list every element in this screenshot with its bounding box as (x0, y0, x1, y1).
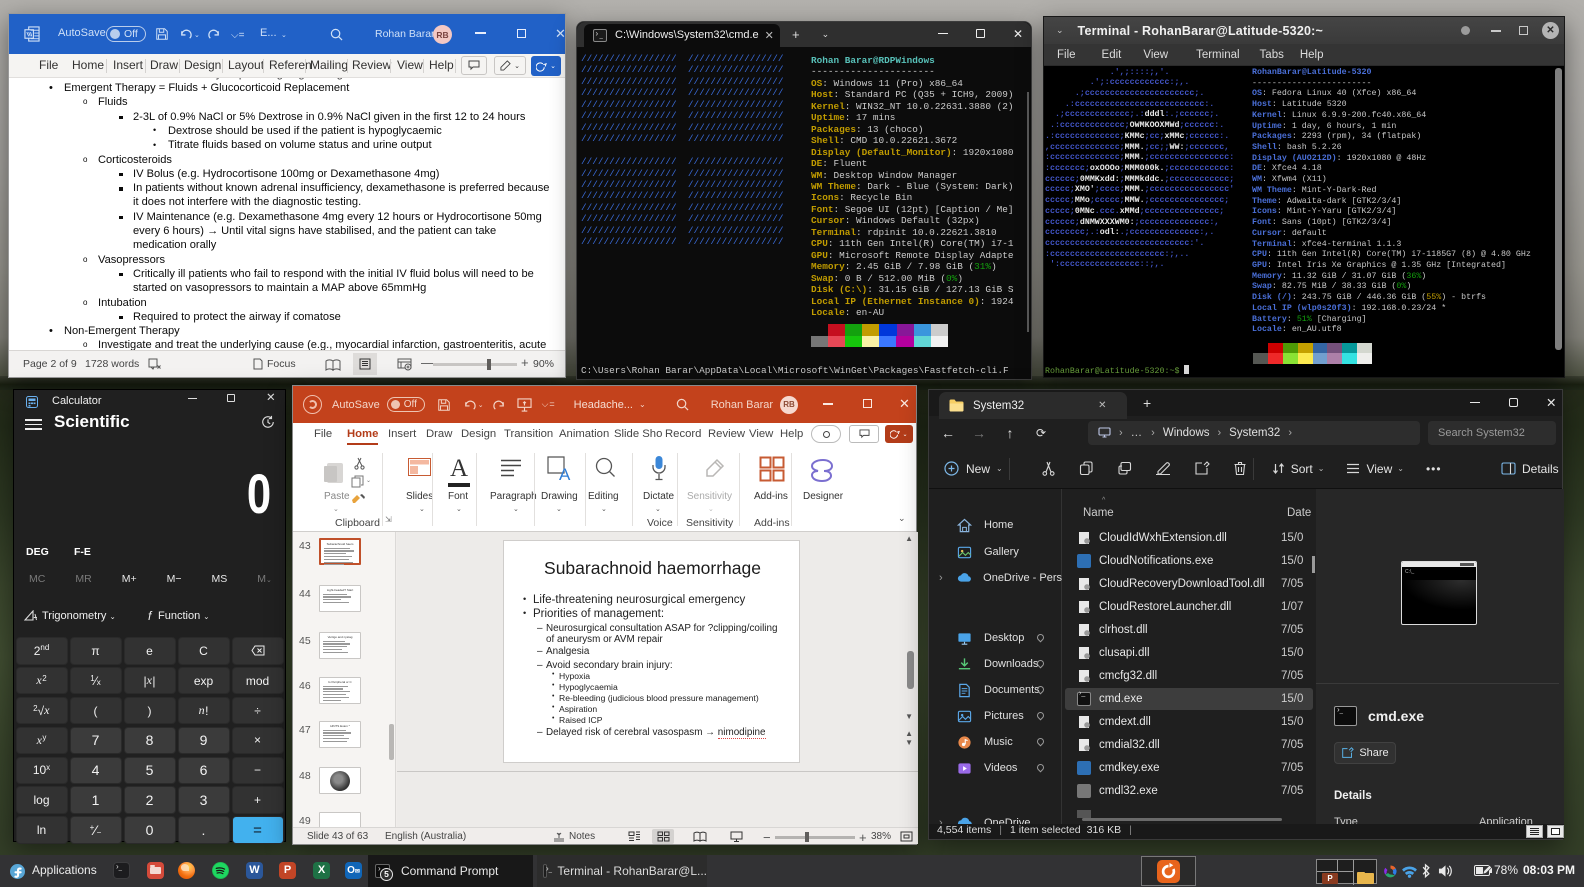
svg-text:A: A (559, 465, 571, 482)
